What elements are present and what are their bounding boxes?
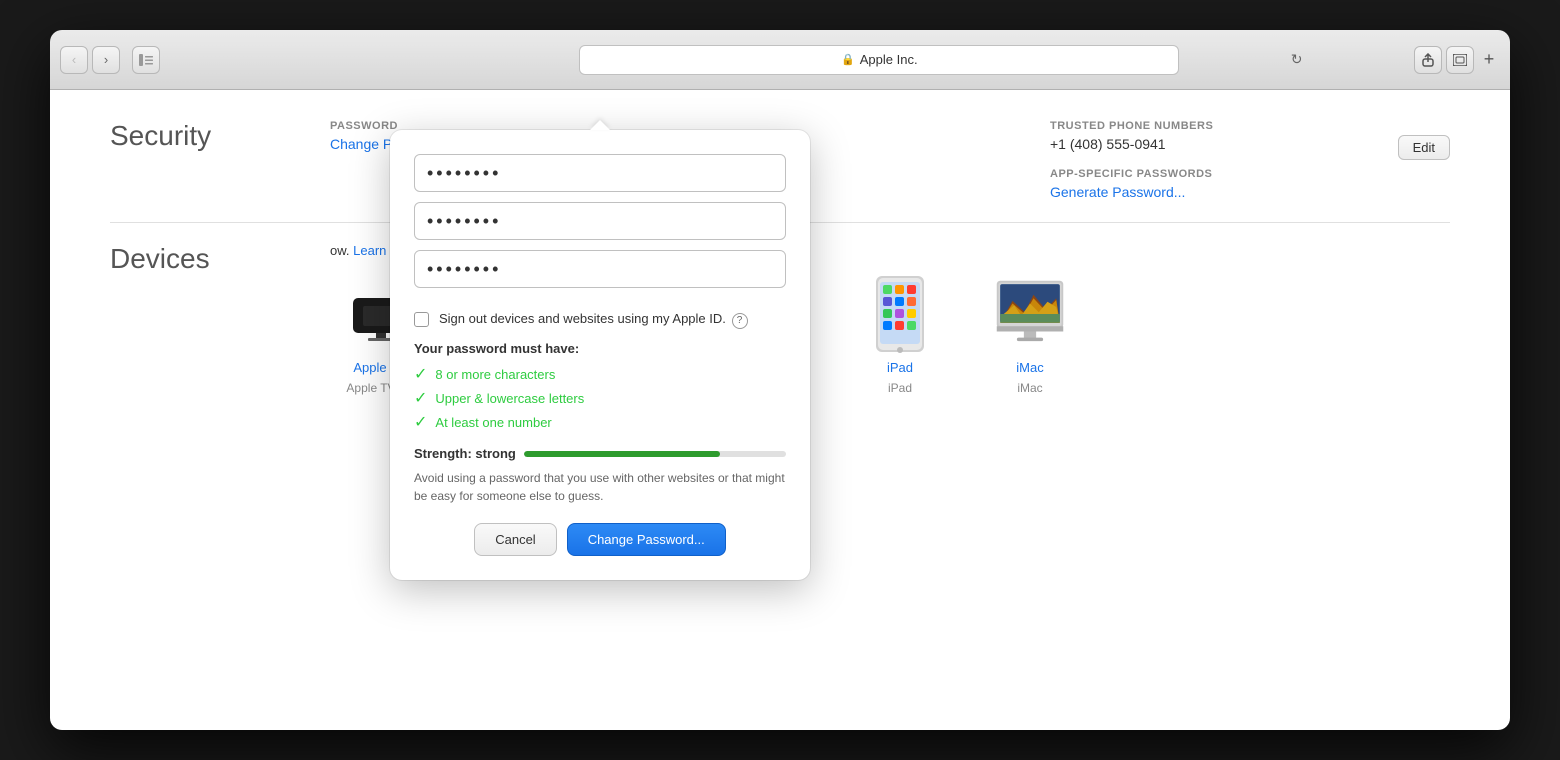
- change-password-button[interactable]: Change Password...: [567, 523, 726, 556]
- req-text-1: 8 or more characters: [435, 367, 555, 382]
- generate-password-link[interactable]: Generate Password...: [1050, 184, 1185, 200]
- req-text-2: Upper & lowercase letters: [435, 391, 584, 406]
- right-section: TRUSTED PHONE NUMBERS +1 (408) 555-0941 …: [1050, 120, 1450, 202]
- cancel-button[interactable]: Cancel: [474, 523, 556, 556]
- strength-bar-fill: [524, 451, 721, 457]
- phone-number: +1 (408) 555-0941: [1050, 136, 1450, 152]
- security-title: Security: [110, 120, 270, 202]
- sign-out-text: Sign out devices and websites using my A…: [439, 310, 748, 329]
- lock-icon: 🔒: [841, 53, 855, 66]
- req-number: ✓ At least one number: [414, 412, 786, 432]
- share-button[interactable]: [1414, 46, 1442, 74]
- sign-out-checkbox[interactable]: [414, 312, 429, 327]
- right-buttons: +: [1414, 46, 1500, 74]
- forward-button[interactable]: ›: [92, 46, 120, 74]
- page-content: Security PASSWORD Change Password... TRU…: [50, 90, 1510, 730]
- mac-frame: ‹ › 🔒 Apple Inc. ↻: [50, 30, 1510, 730]
- check-icon-1: ✓: [414, 364, 427, 384]
- current-password-input[interactable]: [414, 154, 786, 192]
- modal-buttons: Cancel Change Password...: [414, 523, 786, 556]
- edit-button[interactable]: Edit: [1398, 135, 1450, 160]
- help-icon[interactable]: ?: [732, 313, 748, 329]
- list-item: iMac iMac: [980, 274, 1080, 409]
- strength-label: Strength: strong: [414, 446, 516, 461]
- list-item: iPad iPad: [850, 274, 950, 409]
- check-icon-2: ✓: [414, 388, 427, 408]
- device-model: iMac: [1017, 381, 1042, 395]
- device-name[interactable]: iMac: [1016, 360, 1043, 375]
- confirm-password-input[interactable]: [414, 250, 786, 288]
- imac-image: [995, 274, 1065, 354]
- new-password-input[interactable]: [414, 202, 786, 240]
- change-password-modal: Sign out devices and websites using my A…: [390, 130, 810, 580]
- browser-chrome: ‹ › 🔒 Apple Inc. ↻: [50, 30, 1510, 90]
- strength-row: Strength: strong: [414, 446, 786, 461]
- trusted-phone-label: TRUSTED PHONE NUMBERS: [1050, 120, 1450, 132]
- learn-more-prefix: ow.: [330, 243, 350, 258]
- new-tab-button[interactable]: +: [1478, 46, 1500, 74]
- nav-buttons: ‹ ›: [60, 46, 120, 74]
- refresh-button[interactable]: ↻: [1283, 46, 1311, 74]
- req-characters: ✓ 8 or more characters: [414, 364, 786, 384]
- devices-title: Devices: [110, 243, 270, 409]
- req-text-3: At least one number: [435, 415, 551, 430]
- device-name[interactable]: iPad: [887, 360, 913, 375]
- sign-out-row: Sign out devices and websites using my A…: [414, 310, 786, 329]
- back-button[interactable]: ‹: [60, 46, 88, 74]
- sidebar-button[interactable]: [132, 46, 160, 74]
- avoid-text: Avoid using a password that you use with…: [414, 469, 786, 505]
- tabs-button[interactable]: [1446, 46, 1474, 74]
- check-icon-3: ✓: [414, 412, 427, 432]
- url-text: Apple Inc.: [860, 52, 918, 67]
- strength-bar-container: [524, 451, 786, 457]
- ipad-image: [865, 274, 935, 354]
- device-model: iPad: [888, 381, 912, 395]
- address-bar[interactable]: 🔒 Apple Inc.: [579, 45, 1179, 75]
- req-case: ✓ Upper & lowercase letters: [414, 388, 786, 408]
- requirements-title: Your password must have:: [414, 341, 786, 356]
- app-passwords-label: APP-SPECIFIC PASSWORDS: [1050, 168, 1450, 180]
